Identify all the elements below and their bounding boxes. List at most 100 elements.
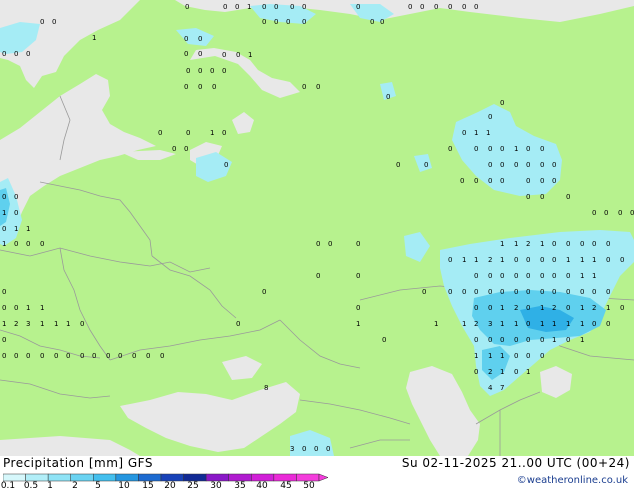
- precip-value: 0: [514, 368, 518, 376]
- legend-swatch: [138, 473, 162, 482]
- precip-value: 0: [448, 145, 452, 153]
- precip-value: 0: [54, 352, 58, 360]
- precip-value: 0: [540, 177, 544, 185]
- precip-value: 0: [14, 240, 18, 248]
- precip-value: 0: [286, 18, 290, 26]
- legend-swatch: [183, 473, 207, 482]
- precip-value: 0: [92, 352, 96, 360]
- precip-value: 0: [630, 209, 634, 217]
- precip-value: 0: [396, 161, 400, 169]
- precip-value: 0: [488, 336, 492, 344]
- precip-value: 1: [210, 129, 214, 137]
- precip-value: 0: [185, 3, 189, 11]
- precip-value: 0: [606, 240, 610, 248]
- precip-value: 1: [540, 320, 544, 328]
- legend-swatch: [160, 473, 184, 482]
- precip-value: 0: [474, 145, 478, 153]
- precip-value: 0: [40, 240, 44, 248]
- precip-value: 0: [620, 304, 624, 312]
- precip-value: 0: [2, 50, 6, 58]
- precip-value: 4: [488, 384, 493, 392]
- precip-value: 1: [40, 304, 44, 312]
- precip-value: 0: [566, 288, 570, 296]
- legend-swatch: [70, 473, 94, 482]
- legend-swatch: [93, 473, 117, 482]
- precip-value: 0: [356, 272, 360, 280]
- precip-value: 0: [526, 145, 530, 153]
- precip-value: 0: [302, 3, 306, 11]
- precip-value: 0: [474, 304, 478, 312]
- precip-value: 1: [500, 320, 504, 328]
- precip-value: 0: [2, 304, 6, 312]
- precip-value: 1: [552, 336, 556, 344]
- precip-value: 1: [514, 145, 518, 153]
- precip-value: 0: [386, 93, 390, 101]
- precip-value: 1: [14, 225, 18, 233]
- precip-value: 0: [500, 99, 504, 107]
- precip-value: 0: [80, 352, 84, 360]
- precip-value: 0: [488, 161, 492, 169]
- precip-value: 0: [290, 3, 294, 11]
- precip-value: 0: [184, 83, 188, 91]
- precip-value: 2: [592, 304, 596, 312]
- precip-value: 1: [500, 368, 504, 376]
- precip-value: 0: [566, 304, 570, 312]
- precip-value: 0: [302, 445, 306, 453]
- precip-value: 0: [500, 336, 504, 344]
- land-background: [0, 0, 634, 456]
- precip-value: 1: [434, 320, 438, 328]
- precip-value: 0: [235, 3, 239, 11]
- precip-value: 1: [474, 256, 478, 264]
- precip-value: 0: [14, 304, 18, 312]
- precip-value: 0: [356, 240, 360, 248]
- precip-value: 0: [488, 288, 492, 296]
- precip-value: 0: [274, 3, 278, 11]
- precip-value: 0: [526, 177, 530, 185]
- precip-value: 8: [264, 384, 268, 392]
- precip-value: 0: [580, 288, 584, 296]
- precip-value: 0: [316, 240, 320, 248]
- precip-value: 0: [474, 272, 478, 280]
- precip-value: 1: [500, 240, 504, 248]
- precip-value: 0: [552, 240, 556, 248]
- precip-value: 1: [474, 352, 478, 360]
- precip-value: 0: [52, 18, 56, 26]
- precip-value: 0: [514, 352, 518, 360]
- precip-value: 0: [326, 445, 330, 453]
- precip-value: 0: [146, 352, 150, 360]
- precip-value: 0: [424, 161, 428, 169]
- precip-value: 0: [592, 240, 596, 248]
- precip-value: 0: [552, 288, 556, 296]
- precip-value: 0: [222, 51, 226, 59]
- precip-value: 0: [526, 193, 530, 201]
- precip-value: 1: [486, 129, 490, 137]
- precip-value: 0: [14, 209, 18, 217]
- precip-value: 0: [488, 272, 492, 280]
- precip-value: 0: [540, 145, 544, 153]
- precip-value: 0: [448, 256, 452, 264]
- precip-value: 1: [2, 209, 6, 217]
- precip-value: 0: [420, 3, 424, 11]
- precip-value: 0: [408, 3, 412, 11]
- legend-swatch: [47, 473, 71, 482]
- precip-value: 0: [158, 129, 162, 137]
- precip-value: 0: [370, 18, 374, 26]
- precip-value: 0: [552, 177, 556, 185]
- precip-value: 0: [2, 288, 6, 296]
- precip-value: 0: [566, 336, 570, 344]
- precip-value: 0: [186, 129, 190, 137]
- precip-value: 0: [316, 272, 320, 280]
- precip-value: 0: [172, 145, 176, 153]
- precip-value: 0: [210, 67, 214, 75]
- precip-value: 1: [526, 368, 530, 376]
- precip-value: 1: [356, 320, 360, 328]
- precip-value: 0: [2, 193, 6, 201]
- precip-value: 0: [160, 352, 164, 360]
- precip-value: 0: [26, 240, 30, 248]
- precip-value: 0: [302, 83, 306, 91]
- precipitation-map: 0010001000000000000000000000000001000000…: [0, 0, 634, 456]
- precip-value: 0: [592, 320, 596, 328]
- precip-value: 0: [380, 18, 384, 26]
- precip-value: 3: [290, 445, 294, 453]
- precip-value: 0: [434, 3, 438, 11]
